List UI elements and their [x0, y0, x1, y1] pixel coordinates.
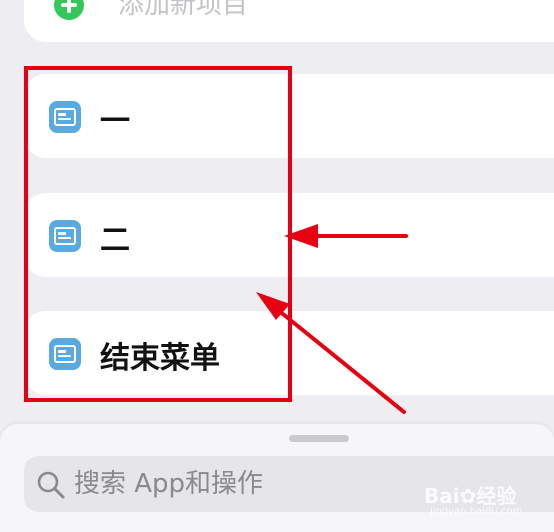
menu-item-one[interactable]: 一	[24, 74, 554, 158]
shortcut-editor-screen: 添加新项目 一 二 结束菜单 Bai✿经验	[0, 0, 554, 532]
paw-icon: ✿	[459, 484, 477, 508]
search-icon	[37, 471, 65, 499]
menu-item-end-menu[interactable]: 结束菜单	[24, 311, 554, 395]
add-new-item-label: 添加新项目	[118, 0, 249, 20]
baidu-watermark: Bai✿经验	[424, 484, 517, 508]
plus-circle-icon	[54, 0, 84, 20]
menu-item-label: 一	[100, 104, 130, 139]
text-document-icon	[49, 220, 81, 252]
menu-item-label: 二	[100, 223, 130, 258]
add-new-item-row[interactable]: 添加新项目	[24, 0, 554, 42]
text-document-icon	[49, 101, 81, 133]
menu-item-label: 结束菜单	[100, 341, 220, 376]
text-document-icon	[49, 338, 81, 370]
menu-item-two[interactable]: 二	[24, 193, 554, 277]
watermark-url: jingyan.baidu.com	[430, 506, 523, 517]
sheet-grabber-handle[interactable]	[289, 435, 349, 442]
